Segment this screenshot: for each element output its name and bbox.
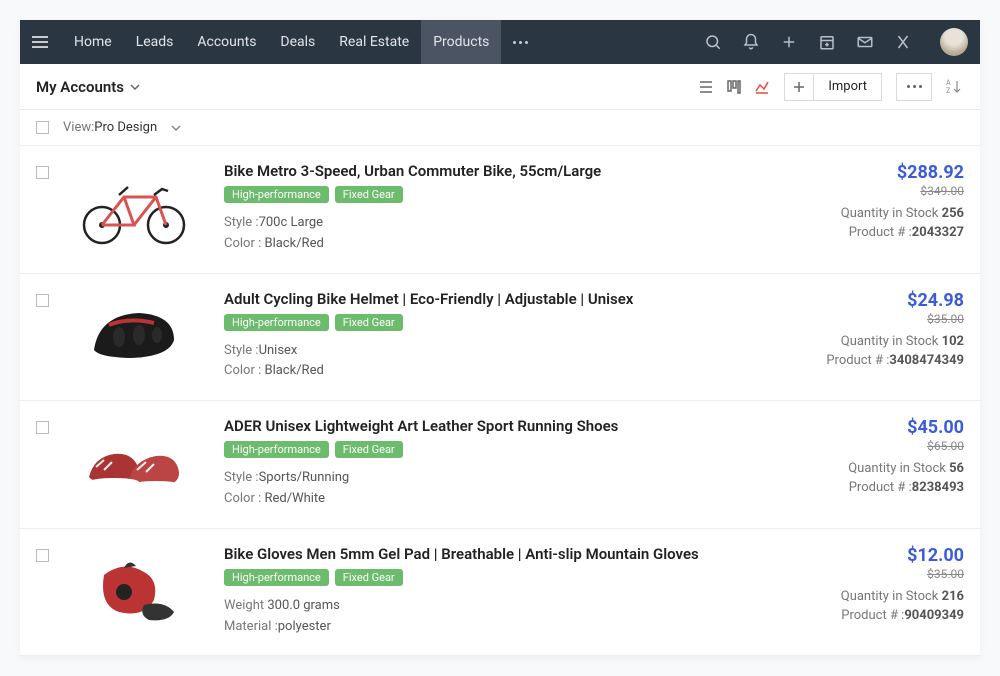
nav-item-accounts[interactable]: Accounts	[185, 20, 268, 64]
user-avatar[interactable]	[940, 28, 968, 56]
canvas-view-icon[interactable]	[754, 79, 770, 95]
product-tag: Fixed Gear	[335, 186, 403, 203]
nav-item-products[interactable]: Products	[421, 20, 501, 64]
product-image[interactable]	[64, 417, 204, 507]
plus-icon[interactable]	[780, 33, 798, 51]
page-title-dropdown[interactable]: My Accounts	[36, 78, 140, 96]
product-attr: Style :Sports/Running	[224, 468, 764, 489]
product-old-price: $35.00	[764, 312, 964, 326]
nav-item-deals[interactable]: Deals	[268, 20, 327, 64]
product-stock: Quantity in Stock 216	[764, 589, 964, 604]
product-attr: Style :Unisex	[224, 341, 764, 362]
product-tag: Fixed Gear	[335, 569, 403, 586]
product-price: $45.00	[764, 417, 964, 438]
row-checkbox[interactable]	[36, 166, 49, 179]
product-image[interactable]	[64, 162, 204, 252]
product-title[interactable]: ADER Unisex Lightweight Art Leather Spor…	[224, 417, 764, 435]
chevron-down-icon	[130, 84, 140, 90]
product-old-price: $35.00	[764, 567, 964, 581]
nav-more-button[interactable]	[501, 41, 540, 44]
bell-icon[interactable]	[742, 33, 760, 51]
product-number: Product # :3408474349	[764, 353, 964, 368]
row-checkbox[interactable]	[36, 421, 49, 434]
row-checkbox[interactable]	[36, 549, 49, 562]
product-tag: High-performance	[224, 441, 329, 458]
filter-bar: View:Pro Design	[20, 110, 980, 146]
product-title[interactable]: Bike Metro 3-Speed, Urban Commuter Bike,…	[224, 162, 764, 180]
product-number: Product # :8238493	[764, 480, 964, 495]
row-checkbox[interactable]	[36, 294, 49, 307]
product-attr: Color : Red/White	[224, 489, 764, 510]
product-price: $24.98	[764, 290, 964, 311]
calendar-icon[interactable]	[818, 33, 836, 51]
product-tag: High-performance	[224, 186, 329, 203]
product-price: $288.92	[764, 162, 964, 183]
tools-icon[interactable]	[894, 33, 912, 51]
product-stock: Quantity in Stock 56	[764, 461, 964, 476]
view-filter-value: Pro Design	[94, 120, 157, 135]
nav-item-home[interactable]: Home	[62, 20, 124, 64]
more-actions-button[interactable]	[896, 73, 932, 101]
sort-icon[interactable]: A Z	[946, 78, 964, 96]
import-button[interactable]: Import	[814, 73, 882, 101]
svg-text:A: A	[946, 79, 951, 87]
nav-item-leads[interactable]: Leads	[124, 20, 186, 64]
product-attr: Color : Black/Red	[224, 361, 764, 382]
product-tag: High-performance	[224, 314, 329, 331]
product-price: $12.00	[764, 545, 964, 566]
product-number: Product # :90409349	[764, 608, 964, 623]
product-old-price: $349.00	[764, 184, 964, 198]
chevron-down-icon[interactable]	[171, 125, 181, 131]
product-tag: Fixed Gear	[335, 314, 403, 331]
product-title[interactable]: Adult Cycling Bike Helmet | Eco-Friendly…	[224, 290, 764, 308]
product-tag: High-performance	[224, 569, 329, 586]
product-attr: Material :polyester	[224, 617, 764, 638]
product-row: ADER Unisex Lightweight Art Leather Spor…	[20, 401, 980, 529]
product-row: Adult Cycling Bike Helmet | Eco-Friendly…	[20, 274, 980, 402]
product-image[interactable]	[64, 545, 204, 635]
top-nav: HomeLeadsAccountsDealsReal EstateProduct…	[20, 20, 980, 64]
product-attr: Color : Black/Red	[224, 234, 764, 255]
product-number: Product # :2043327	[764, 225, 964, 240]
subbar: My Accounts Import A Z	[20, 64, 980, 110]
svg-text:Z: Z	[946, 87, 950, 95]
page-title: My Accounts	[36, 78, 124, 96]
view-filter-dropdown[interactable]: View:Pro Design	[63, 120, 157, 135]
product-attr: Style :700c Large	[224, 213, 764, 234]
product-old-price: $65.00	[764, 439, 964, 453]
search-icon[interactable]	[704, 33, 722, 51]
kanban-view-icon[interactable]	[726, 79, 742, 95]
nav-item-real-estate[interactable]: Real Estate	[327, 20, 421, 64]
list-view-icon[interactable]	[698, 79, 714, 95]
add-button[interactable]	[784, 73, 814, 101]
product-title[interactable]: Bike Gloves Men 5mm Gel Pad | Breathable…	[224, 545, 764, 563]
select-all-checkbox[interactable]	[36, 121, 49, 134]
product-stock: Quantity in Stock 256	[764, 206, 964, 221]
product-tag: Fixed Gear	[335, 441, 403, 458]
product-stock: Quantity in Stock 102	[764, 334, 964, 349]
mail-icon[interactable]	[856, 33, 874, 51]
product-image[interactable]	[64, 290, 204, 380]
view-filter-label: View:	[63, 120, 94, 135]
product-row: Bike Gloves Men 5mm Gel Pad | Breathable…	[20, 529, 980, 657]
hamburger-icon[interactable]	[32, 36, 48, 48]
product-row: Bike Metro 3-Speed, Urban Commuter Bike,…	[20, 146, 980, 274]
